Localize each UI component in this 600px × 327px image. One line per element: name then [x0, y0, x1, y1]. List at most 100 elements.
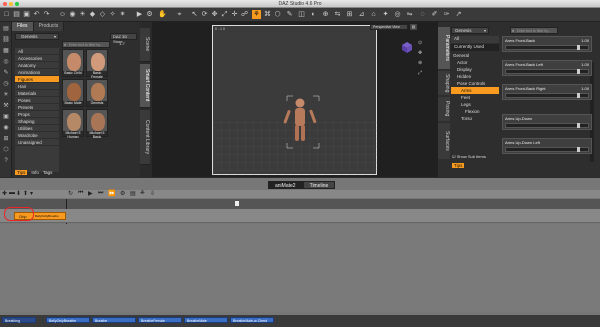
parameter-value[interactable]: 1.00: [581, 38, 589, 43]
parameter-slider[interactable]: Arms Front-Back 1.00: [502, 36, 592, 52]
folder-dropdown[interactable]: Genesis ▾: [15, 33, 59, 40]
tips-tab[interactable]: Tips: [15, 170, 28, 175]
category-item[interactable]: Materials: [15, 90, 59, 97]
cursor-icon[interactable]: ↗: [454, 10, 463, 19]
new-figure-icon[interactable]: ☺: [58, 10, 67, 19]
parameter-slider[interactable]: Arms Front-Back Left 1.00: [502, 60, 592, 76]
category-item[interactable]: Anatomy: [15, 62, 59, 69]
posing-tool-icon[interactable]: ⚘: [252, 10, 261, 19]
camera-panel-icon[interactable]: ◉: [2, 124, 10, 132]
store-button[interactable]: DAZ 3D Store: [110, 33, 137, 44]
tree-item[interactable]: Hidden: [451, 73, 499, 80]
redo-icon[interactable]: ↷: [42, 10, 51, 19]
mirror-icon[interactable]: ⇋: [405, 10, 414, 19]
universal-tool-icon[interactable]: ✛: [230, 10, 239, 19]
render-icon[interactable]: ▶: [135, 10, 144, 19]
slider-handle[interactable]: [577, 123, 580, 128]
transfer-icon[interactable]: ⇆: [333, 10, 342, 19]
category-item[interactable]: All: [15, 48, 59, 55]
content-thumbnail[interactable]: Basic Child: [62, 49, 84, 77]
draw-style-icon[interactable]: ▤: [410, 24, 417, 30]
tab-posing[interactable]: Posing: [438, 97, 450, 121]
tree-item[interactable]: General: [451, 52, 499, 59]
morph-panel-icon[interactable]: ⬡: [2, 146, 10, 154]
navigator-icon[interactable]: ⌂: [369, 10, 378, 19]
dform-icon[interactable]: ◎: [393, 10, 402, 19]
move-down-icon[interactable]: ⬇: [16, 190, 21, 197]
globe-icon[interactable]: ◎: [2, 58, 10, 66]
tree-item[interactable]: Legs: [451, 101, 499, 108]
category-item[interactable]: Figures: [15, 76, 59, 83]
point-light-icon[interactable]: ✶: [118, 10, 127, 19]
active-pose-icon[interactable]: ☍: [240, 10, 249, 19]
tab-smart-content[interactable]: Smart Content: [140, 64, 150, 108]
bake-icon[interactable]: ▤: [130, 190, 136, 197]
content-thumbnail[interactable]: Basic Male: [62, 79, 84, 107]
content-thumbnail[interactable]: Michael 5 Human: [62, 109, 84, 139]
aniblock-category-label[interactable]: Breathing: [2, 317, 36, 323]
content-thumbnail[interactable]: Genesis: [86, 79, 108, 107]
category-item[interactable]: Wardrobe: [15, 132, 59, 139]
lasso-icon[interactable]: ◌: [418, 10, 427, 19]
category-item[interactable]: Unassigned: [15, 139, 59, 146]
tab-surfaces[interactable]: Surfaces: [438, 123, 450, 159]
animate-track[interactable]: Grip BellyDollyBreathe: [0, 207, 600, 223]
edit-icon[interactable]: ✑: [442, 10, 451, 19]
surface-selection-icon[interactable]: ◐: [309, 10, 318, 19]
viewport[interactable]: 0 - 1 0 Perspective View ▤ ⊙ ✥ ⊕ ⤢: [152, 22, 438, 177]
spot-render-icon[interactable]: ✎: [285, 10, 294, 19]
joint-editor-icon[interactable]: ⌘: [263, 10, 272, 19]
geometry-editor-icon[interactable]: ⬡: [273, 10, 282, 19]
category-item[interactable]: Shaping: [15, 118, 59, 125]
loop-icon[interactable]: ↻: [68, 190, 73, 197]
content-icon[interactable]: ▦: [2, 47, 10, 55]
camera-dropdown[interactable]: Perspective View: [370, 24, 408, 30]
timeline-scrubber[interactable]: [235, 201, 239, 206]
rotate-tool-icon[interactable]: ⟳: [200, 10, 209, 19]
scale-tool-icon[interactable]: ⤢: [220, 10, 229, 19]
key-icon[interactable]: ⎈: [140, 190, 145, 197]
node-select-icon[interactable]: ⌖: [175, 10, 184, 19]
filter-currently-used[interactable]: Currently Used: [451, 44, 499, 51]
region-nav-icon[interactable]: ◫: [297, 10, 306, 19]
tree-item[interactable]: Pose Controls: [451, 80, 499, 87]
category-item[interactable]: Props: [15, 111, 59, 118]
tab-files[interactable]: Files: [12, 22, 34, 31]
parameter-value[interactable]: 1.00: [581, 62, 589, 67]
aniblock-clip[interactable]: BellyOnlyBreathe: [46, 317, 90, 323]
tab-timeline[interactable]: Timeline: [302, 181, 336, 189]
tree-item[interactable]: Flexion: [451, 108, 499, 115]
render-settings-icon[interactable]: ⚙: [145, 10, 154, 19]
tree-item[interactable]: Actor: [451, 59, 499, 66]
tab-scene[interactable]: Scene: [140, 28, 150, 62]
category-item[interactable]: Presets: [15, 104, 59, 111]
slider-track[interactable]: [505, 93, 589, 98]
move-up-icon[interactable]: ⬆: [23, 190, 28, 197]
help-icon[interactable]: ?: [2, 157, 10, 165]
node-dropdown[interactable]: Genesis ▾: [451, 27, 489, 34]
first-frame-icon[interactable]: ⏮: [78, 190, 83, 197]
tab-content-library[interactable]: Content Library: [140, 110, 150, 165]
play-icon[interactable]: ▶: [88, 190, 93, 197]
tags-tab[interactable]: Tags: [43, 170, 53, 175]
primitive-icon[interactable]: ◇: [98, 10, 107, 19]
options-icon[interactable]: ▾: [30, 190, 33, 197]
aniblock-clip[interactable]: BreatheMale: [184, 317, 228, 323]
node-icon[interactable]: ◆: [88, 10, 97, 19]
tab-parameters[interactable]: Parameters: [438, 27, 450, 69]
category-item[interactable]: Accessories: [15, 55, 59, 62]
parameter-value[interactable]: 1.00: [581, 86, 589, 91]
category-item[interactable]: Poses: [15, 97, 59, 104]
slider-track[interactable]: [505, 45, 589, 50]
lights-icon[interactable]: ☀: [2, 91, 10, 99]
pose-tool-icon[interactable]: ✋: [158, 10, 167, 19]
content-search-input[interactable]: ⌕ Enter text to filter by...: [62, 41, 110, 48]
open-icon[interactable]: ▤: [12, 10, 21, 19]
scene-panel-icon[interactable]: ⊞: [2, 135, 10, 143]
timeline-ruler[interactable]: [0, 199, 600, 289]
select-tool-icon[interactable]: ↖: [190, 10, 199, 19]
undo-icon[interactable]: ↶: [32, 10, 41, 19]
tree-item[interactable]: Display: [451, 66, 499, 73]
docs-icon[interactable]: ▤: [2, 25, 10, 33]
content-thumbnail[interactable]: Basic Female: [86, 49, 108, 79]
